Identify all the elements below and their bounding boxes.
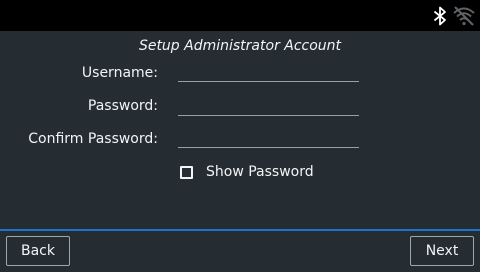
- confirm-password-field[interactable]: [178, 128, 359, 148]
- show-password-label: Show Password: [206, 164, 314, 180]
- page-title: Setup Administrator Account: [138, 38, 342, 54]
- bluetooth-icon: [434, 6, 446, 26]
- wifi-disconnected-icon: [453, 6, 475, 26]
- password-label: Password:: [87, 98, 158, 114]
- username-field[interactable]: [178, 62, 359, 82]
- username-label: Username:: [81, 65, 158, 81]
- footer-divider: [0, 229, 480, 231]
- status-bar: [0, 0, 480, 31]
- password-field[interactable]: [178, 96, 359, 116]
- show-password-toggle[interactable]: Show Password: [180, 163, 314, 181]
- show-password-checkbox[interactable]: [180, 165, 193, 179]
- confirm-password-label: Confirm Password:: [28, 131, 158, 147]
- back-button[interactable]: Back: [6, 236, 70, 266]
- next-button[interactable]: Next: [410, 236, 474, 266]
